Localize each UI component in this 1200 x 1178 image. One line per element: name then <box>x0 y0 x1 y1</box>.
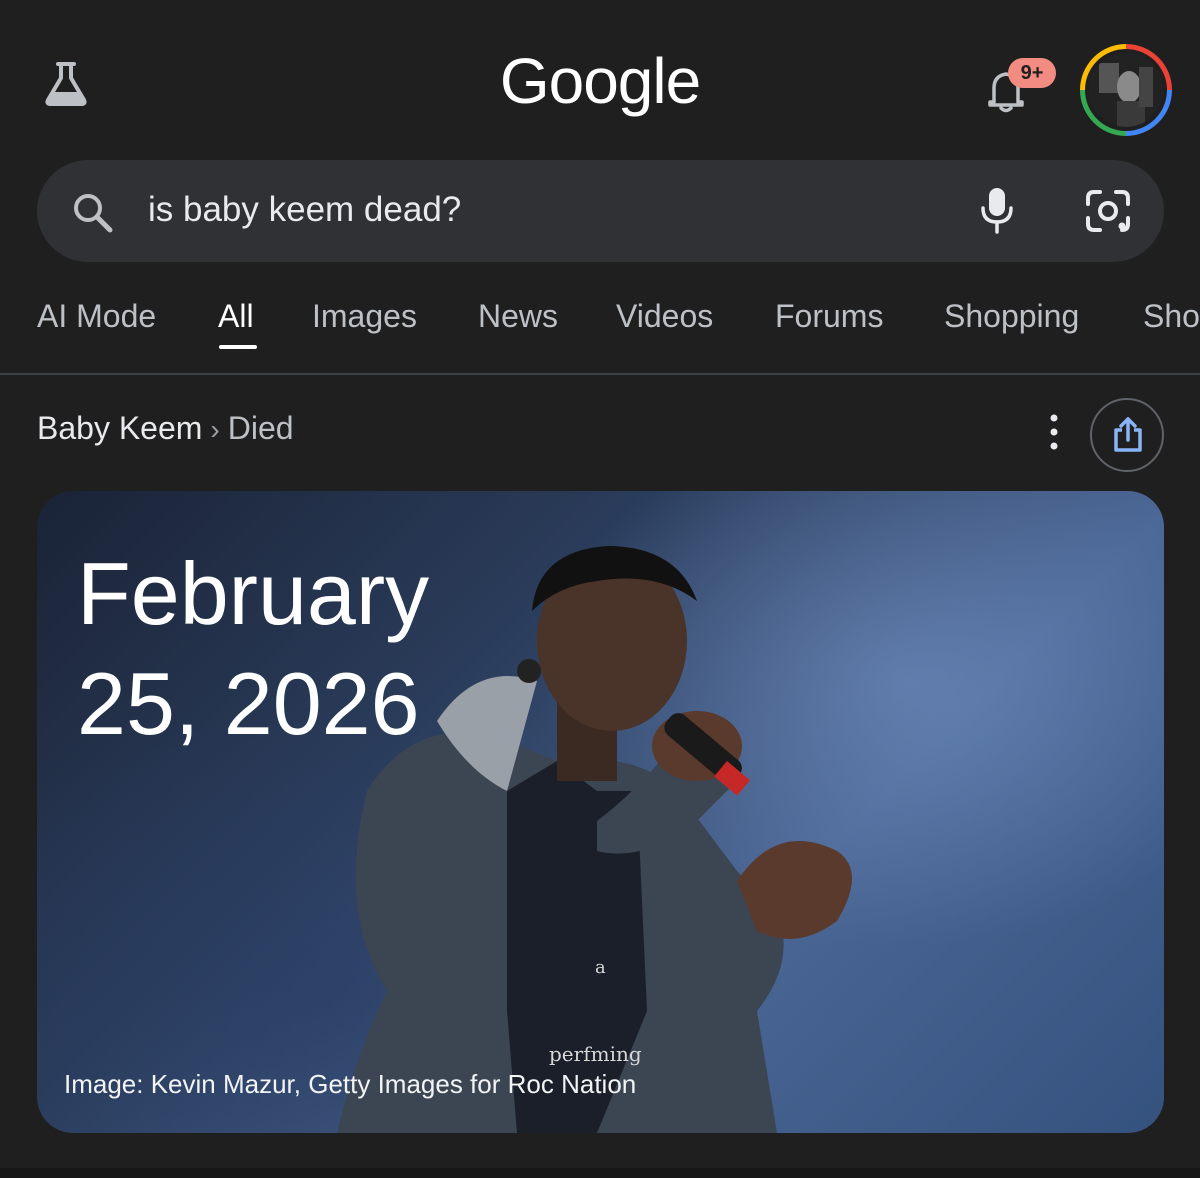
google-lens-icon[interactable] <box>1082 186 1134 236</box>
tab-news[interactable]: News <box>478 298 558 335</box>
tab-videos[interactable]: Videos <box>616 298 713 335</box>
bottom-edge <box>0 1168 1200 1178</box>
search-results-page: Google 9+ is baby keem dead? AI Mode All… <box>0 0 1200 1178</box>
notification-badge: 9+ <box>1008 58 1056 88</box>
tab-ai-mode[interactable]: AI Mode <box>37 298 156 335</box>
breadcrumb-separator: › <box>210 414 220 445</box>
tabs-divider <box>0 373 1200 375</box>
breadcrumb-attribute[interactable]: Died <box>228 410 294 446</box>
share-icon <box>1114 417 1142 452</box>
app-header: Google 9+ <box>0 0 1200 150</box>
tab-short-videos[interactable]: Sho <box>1143 298 1200 335</box>
avatar-photo <box>1089 53 1163 127</box>
shirt-text-1: a <box>595 957 606 978</box>
active-tab-indicator <box>219 345 257 349</box>
search-tabs: AI Mode All Images News Videos Forums Sh… <box>0 290 1200 370</box>
tab-all[interactable]: All <box>218 298 254 335</box>
death-date-line-2: 25, 2026 <box>77 654 420 753</box>
breadcrumb: Baby Keem › Died <box>37 410 294 447</box>
image-caption: Image: Kevin Mazur, Getty Images for Roc… <box>64 1069 637 1099</box>
shirt-text-2: perfming <box>549 1042 642 1066</box>
breadcrumb-entity[interactable]: Baby Keem <box>37 410 202 446</box>
avatar <box>1085 49 1167 131</box>
search-input[interactable] <box>148 186 908 234</box>
mic-icon[interactable] <box>975 184 1019 236</box>
tab-forums[interactable]: Forums <box>775 298 883 335</box>
search-icon <box>74 194 113 233</box>
death-date-line-1: February <box>77 544 430 643</box>
share-button[interactable] <box>1090 398 1164 472</box>
tab-images[interactable]: Images <box>312 298 417 335</box>
more-vert-icon[interactable] <box>1036 410 1072 454</box>
tab-shopping[interactable]: Shopping <box>944 298 1079 335</box>
account-avatar[interactable] <box>1080 44 1172 136</box>
answer-card[interactable]: a perfming February 25, 2026 Image: Kevi… <box>37 491 1164 1133</box>
